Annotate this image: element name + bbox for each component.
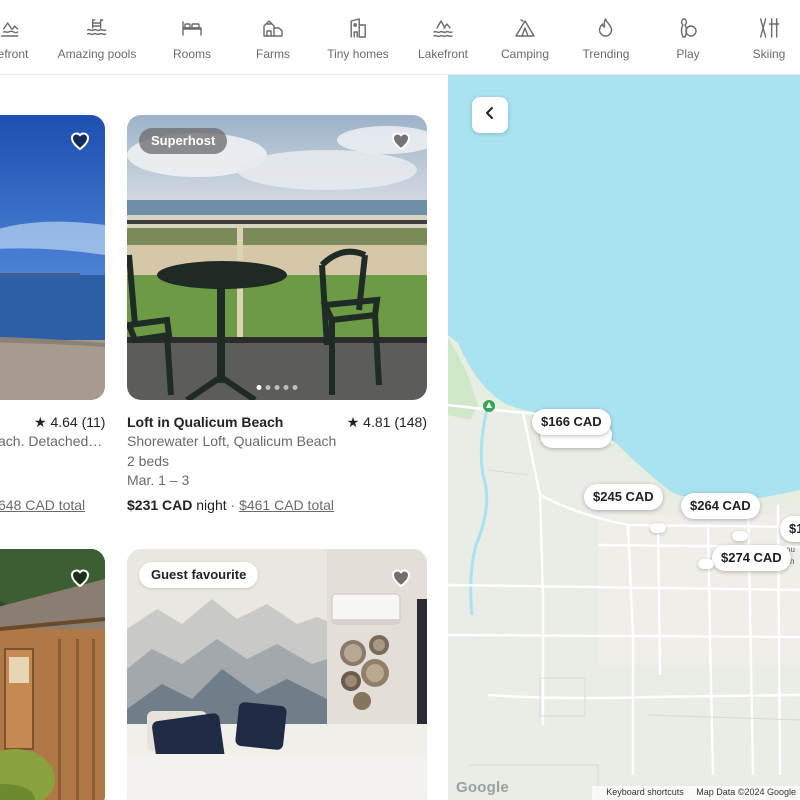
price-pin[interactable]: $245 CAD xyxy=(584,484,663,510)
dot[interactable] xyxy=(256,385,262,390)
google-logo: Google xyxy=(456,779,509,796)
price-pin[interactable]: $166 CAD xyxy=(532,409,611,435)
bowling-icon xyxy=(675,15,701,41)
listing-card[interactable] xyxy=(0,549,110,800)
category-lakefront-partial[interactable]: kefront xyxy=(0,0,29,74)
heart-icon[interactable] xyxy=(68,565,92,589)
listing-photo[interactable] xyxy=(0,115,105,400)
category-label: Trending xyxy=(582,47,630,61)
category-label: Farms xyxy=(256,47,290,61)
map-attribution: Keyboard shortcuts Map Data ©2024 Google xyxy=(592,786,800,800)
category-label: Skiing xyxy=(752,47,786,61)
listing-subtitle: ach. Detached… xyxy=(0,433,103,449)
heart-icon[interactable] xyxy=(389,128,413,152)
nightly-price: $231 CAD xyxy=(127,497,193,513)
price-pin[interactable]: $274 CAD xyxy=(712,545,791,571)
chevron-left-icon xyxy=(483,106,497,125)
listing-dates: Mar. 1 – 3 xyxy=(127,472,190,488)
category-label: Camping xyxy=(500,47,550,61)
map-panel[interactable]: ou ch $166 CAD $245 CAD $264 CAD $1 $274… xyxy=(448,75,800,800)
listing-title: Loft in Qualicum Beach xyxy=(127,414,284,430)
price-pin[interactable]: $1 xyxy=(780,516,800,542)
map-marker-small[interactable] xyxy=(698,559,714,569)
map-data-credit[interactable]: Map Data ©2024 Google xyxy=(696,787,796,797)
category-farms[interactable]: Farms xyxy=(256,0,290,74)
superhost-badge: Superhost xyxy=(139,128,228,154)
map-marker-small[interactable] xyxy=(650,523,666,533)
heart-icon[interactable] xyxy=(68,128,92,152)
category-camping[interactable]: Camping xyxy=(500,0,550,74)
keyboard-shortcuts-link[interactable]: Keyboard shortcuts xyxy=(606,787,684,797)
tiny-home-icon xyxy=(345,15,371,41)
map-collapse-button[interactable] xyxy=(472,97,508,133)
heart-icon[interactable] xyxy=(389,565,413,589)
listing-subtitle: Shorewater Loft, Qualicum Beach xyxy=(127,433,337,449)
listing-card[interactable]: ★ 4.64 (11) ach. Detached… 648 CAD total xyxy=(0,75,110,525)
ski-icon xyxy=(756,15,782,41)
total-price-link[interactable]: 648 CAD total xyxy=(0,497,85,513)
category-tiny-homes[interactable]: Tiny homes xyxy=(327,0,389,74)
listing-beds: 2 beds xyxy=(127,453,170,469)
category-play[interactable]: Play xyxy=(675,0,701,74)
guest-favourite-badge: Guest favourite xyxy=(139,562,259,588)
category-label: Lakefront xyxy=(417,47,469,61)
price-pin[interactable]: $264 CAD xyxy=(681,493,760,519)
category-skiing[interactable]: Skiing xyxy=(752,0,786,74)
map-canvas[interactable]: ou ch xyxy=(448,75,800,800)
listing-card[interactable]: Superhost Loft in Qualicum Beach ★ 4.81 … xyxy=(127,75,427,525)
lakefront-icon xyxy=(0,15,23,41)
price-unit: night xyxy=(196,497,227,513)
category-label: Tiny homes xyxy=(327,47,389,61)
dot[interactable] xyxy=(283,385,289,390)
pool-icon xyxy=(84,15,110,41)
category-amazing-pools[interactable]: Amazing pools xyxy=(57,0,137,74)
dot[interactable] xyxy=(274,385,280,390)
listing-card[interactable]: Guest favourite xyxy=(127,549,427,800)
category-trending[interactable]: Trending xyxy=(582,0,630,74)
tent-icon xyxy=(512,15,538,41)
listings-grid: ★ 4.64 (11) ach. Detached… 648 CAD total xyxy=(0,75,448,800)
category-rooms[interactable]: Rooms xyxy=(172,0,212,74)
dot[interactable] xyxy=(265,385,271,390)
listing-total: 648 CAD total xyxy=(0,497,85,513)
barn-icon xyxy=(260,15,286,41)
category-bar: kefront Amazing pools Rooms Farms Tiny h… xyxy=(0,0,800,75)
category-label: Rooms xyxy=(172,47,212,61)
total-price-link[interactable]: $461 CAD total xyxy=(239,497,334,513)
listing-price: $231 CAD night · $461 CAD total xyxy=(127,497,334,513)
listing-rating: ★ 4.64 (11) xyxy=(34,414,106,430)
listing-photo[interactable]: Guest favourite xyxy=(127,549,427,800)
flame-icon xyxy=(593,15,619,41)
price-separator: · xyxy=(230,497,236,513)
photo-pagination-dots[interactable] xyxy=(256,385,298,390)
category-lakefront[interactable]: Lakefront xyxy=(417,0,469,74)
category-label: Amazing pools xyxy=(57,47,137,61)
category-label: Play xyxy=(676,47,700,61)
listing-photo[interactable]: Superhost xyxy=(127,115,427,400)
map-marker-small[interactable] xyxy=(732,531,748,541)
category-label: kefront xyxy=(0,47,29,61)
dot[interactable] xyxy=(292,385,298,390)
bed-icon xyxy=(179,15,205,41)
lakefront-icon xyxy=(430,15,456,41)
listing-rating: ★ 4.81 (148) xyxy=(346,414,427,430)
